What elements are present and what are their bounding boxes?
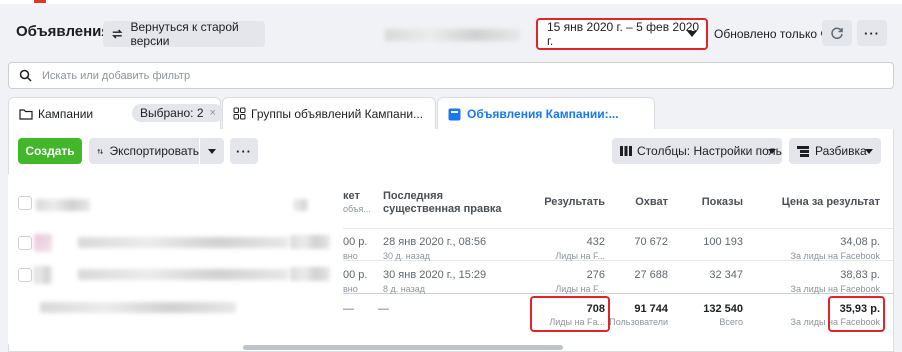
tab-ads-label: Объявления Кампании:...	[467, 107, 619, 121]
totals-impressions: 132 540	[703, 303, 743, 315]
row2-last-edit-sub: 8 д. назад	[383, 284, 426, 294]
cost-highlight	[828, 296, 885, 332]
top-mark	[34, 0, 46, 3]
more-icon: ···	[864, 25, 880, 41]
row2-impressions: 32 347	[709, 269, 743, 281]
tab-campaigns-label: Кампании	[38, 106, 94, 121]
columns-button[interactable]: Столбцы: Настройки польз	[612, 138, 782, 164]
breakdown-label: Разбивка	[815, 144, 867, 158]
more-options-button[interactable]: ···	[857, 20, 887, 46]
header: Объявления Вернуться к старой версии 15 …	[0, 4, 902, 56]
col-header-partial: кет объя...	[343, 190, 371, 216]
header-icon-redacted	[294, 199, 308, 211]
switch-icon	[112, 29, 123, 39]
row2-cost-sub: За лиды на Facebook	[790, 284, 880, 294]
folder-icon	[19, 108, 33, 120]
totals-budget: —	[343, 303, 354, 315]
select-all-checkbox[interactable]	[18, 196, 32, 210]
refresh-icon	[831, 27, 843, 40]
export-dropdown-button[interactable]	[200, 138, 224, 164]
row2-results-sub: Лиды на F...	[555, 284, 605, 294]
breakdown-button[interactable]: Разбивка	[789, 138, 881, 164]
partial-header-2: объя...	[343, 204, 371, 214]
tab-adsets-label: Группы объявлений Кампани...	[251, 106, 424, 121]
ad-name-redacted	[78, 269, 288, 280]
results-highlight	[530, 296, 610, 332]
row1-budget: 00 р.	[343, 236, 368, 248]
toolbar-more-button[interactable]: ···	[230, 138, 258, 164]
chevron-down-icon	[768, 149, 776, 154]
chevron-down-icon	[208, 149, 216, 154]
row2-reach: 27 688	[634, 269, 668, 281]
partial-header-1: кет	[343, 190, 360, 202]
chevron-down-icon	[687, 31, 697, 37]
date-range-picker[interactable]: 15 янв 2020 г. – 5 фев 2020 г.	[536, 18, 708, 50]
horizontal-scrollbar[interactable]	[243, 345, 563, 350]
col-header-reach[interactable]: Охват	[618, 196, 668, 209]
col-header-impressions[interactable]: Показы	[683, 196, 743, 209]
ad-icon	[448, 108, 461, 120]
columns-label: Столбцы: Настройки польз	[637, 144, 782, 158]
updated-status: Обновлено только что	[714, 27, 839, 41]
search-input[interactable]	[42, 69, 442, 82]
create-button[interactable]: Создать	[18, 138, 82, 164]
old-version-label: Вернуться к старой версии	[130, 20, 239, 48]
ad-thumbnail-redacted	[34, 234, 52, 252]
row1-impressions: 100 193	[703, 236, 743, 248]
row1-cost-sub: За лиды на Facebook	[790, 251, 880, 261]
search-icon	[19, 69, 32, 82]
row2-results: 276	[586, 269, 605, 281]
refresh-button[interactable]	[822, 20, 852, 46]
row1-results: 432	[586, 236, 605, 248]
row1-cost: 34,08 р.	[840, 236, 880, 248]
breakdown-icon	[797, 145, 809, 157]
chevron-down-icon	[865, 149, 873, 154]
search-bar[interactable]	[8, 62, 894, 89]
col-header-last-edit[interactable]: Последняя существенная правка	[383, 190, 523, 216]
row2-cost: 38,83 р.	[840, 269, 880, 281]
tab-adsets[interactable]: Группы объявлений Кампани...	[222, 97, 436, 129]
totals-impressions-sub: Всего	[719, 317, 743, 327]
row-checkbox[interactable]	[18, 236, 32, 250]
date-range-value: 15 янв 2020 г. – 5 фев 2020 г.	[547, 20, 700, 48]
row2-budget-sub: вно	[343, 284, 358, 294]
export-button[interactable]: Экспортировать	[89, 138, 199, 164]
ad-status-redacted	[290, 235, 330, 249]
col-header-results[interactable]: Результать	[535, 196, 605, 209]
more-icon: ···	[236, 143, 252, 159]
row1-budget-sub: вно	[343, 251, 358, 261]
close-icon[interactable]: ×	[210, 107, 216, 119]
totals-reach-sub: Пользователи	[609, 317, 668, 327]
ad-status-redacted	[290, 267, 330, 281]
selected-count-label: Выбрано: 2	[140, 106, 204, 120]
totals-label-redacted	[40, 302, 236, 313]
tab-ads[interactable]: Объявления Кампании:...	[437, 97, 655, 130]
col-header-cost[interactable]: Цена за результат	[770, 196, 880, 209]
name-header-redacted	[36, 199, 90, 211]
grid-icon	[233, 107, 246, 120]
row1-results-sub: Лиды на F...	[555, 251, 605, 261]
ad-thumbnail-redacted	[34, 266, 52, 284]
row2-last-edit: 30 янв 2020 г., 15:29	[383, 269, 487, 281]
columns-icon	[620, 146, 632, 156]
selected-count-chip[interactable]: Выбрано: 2 ×	[132, 104, 224, 122]
row1-last-edit: 28 янв 2020 г., 08:56	[383, 236, 487, 248]
totals-last-edit: —	[378, 303, 389, 315]
page-title: Объявления	[16, 23, 111, 40]
row1-reach: 70 672	[634, 236, 668, 248]
row2-budget: 00 р.	[343, 269, 368, 281]
account-name-redacted	[385, 29, 520, 41]
totals-reach: 91 744	[634, 303, 668, 315]
row-checkbox[interactable]	[18, 268, 32, 282]
export-icon	[97, 148, 103, 154]
ad-name-redacted	[78, 237, 288, 248]
export-label: Экспортировать	[109, 144, 199, 158]
old-version-button[interactable]: Вернуться к старой версии	[103, 20, 265, 48]
row1-last-edit-sub: 30 д. назад	[383, 251, 431, 261]
